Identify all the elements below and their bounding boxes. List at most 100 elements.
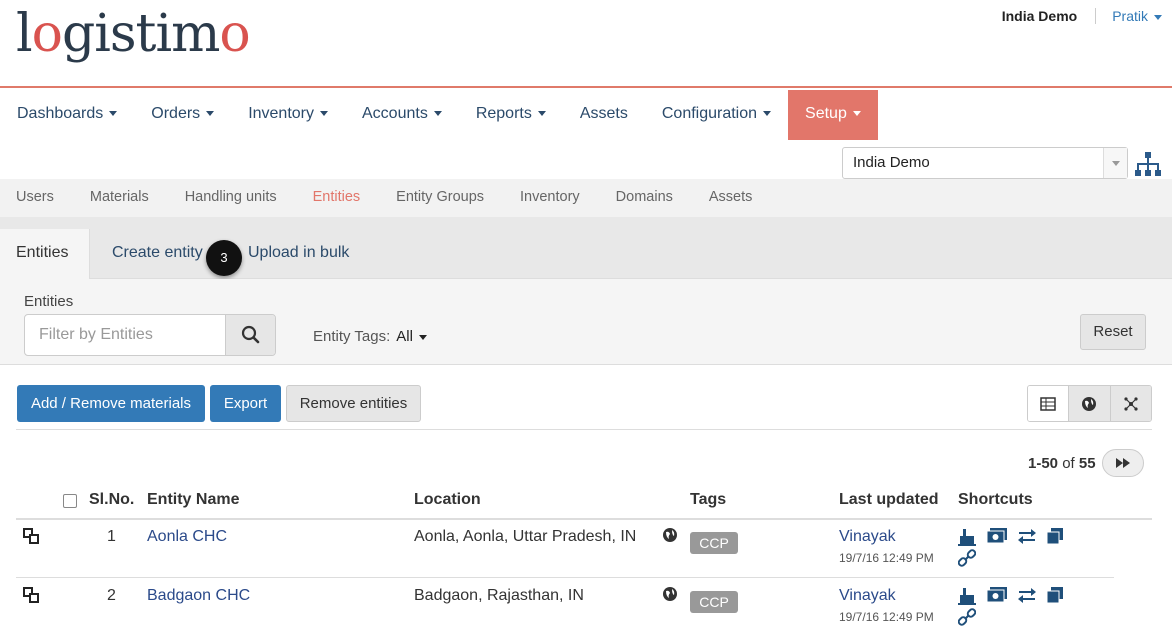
- dropdown-arrow-icon[interactable]: [1103, 148, 1127, 178]
- globe-icon: [1082, 396, 1097, 411]
- select-row-icon[interactable]: [22, 527, 42, 545]
- fast-forward-icon: [1115, 458, 1130, 468]
- transfer-icon: [1018, 529, 1036, 544]
- chevron-down-icon: [433, 111, 442, 117]
- divider: [16, 429, 1152, 430]
- domain-hierarchy-icon[interactable]: [1134, 150, 1162, 178]
- nav-configuration[interactable]: Configuration: [645, 90, 788, 140]
- money-icon: [986, 528, 1007, 544]
- map-location-icon[interactable]: [662, 586, 678, 602]
- reset-button[interactable]: Reset: [1080, 314, 1146, 350]
- row-sl-no: 1: [107, 528, 116, 545]
- main-nav: Dashboards Orders Inventory Accounts Rep…: [0, 90, 878, 140]
- stock-icon: [1046, 528, 1063, 545]
- subnav-handling-units[interactable]: Handling units: [167, 179, 295, 217]
- user-menu[interactable]: Pratik: [1096, 8, 1162, 24]
- updated-by-link[interactable]: Vinayak: [839, 587, 896, 605]
- network-view-button[interactable]: [1109, 386, 1151, 421]
- chevron-down-icon: [206, 111, 215, 117]
- filter-panel: Entities Entity Tags:All Reset: [0, 279, 1172, 365]
- network-icon: [1124, 396, 1138, 411]
- nav-setup[interactable]: Setup: [788, 90, 878, 140]
- col-location: Location: [414, 491, 481, 508]
- export-button[interactable]: Export: [210, 385, 281, 422]
- stock-icon: [1046, 587, 1063, 604]
- link-icon[interactable]: [958, 549, 976, 567]
- entity-search-box: [24, 314, 276, 356]
- updated-date: 19/7/16 12:49 PM: [839, 551, 934, 565]
- tag-badge: CCP: [690, 591, 738, 613]
- subnav-entity-groups[interactable]: Entity Groups: [378, 179, 502, 217]
- subnav-entities[interactable]: Entities: [295, 179, 379, 217]
- row-divider: [16, 577, 1114, 578]
- search-icon: [241, 325, 260, 344]
- chevron-down-icon: [109, 111, 118, 117]
- nav-accounts[interactable]: Accounts: [345, 90, 459, 140]
- chevron-down-icon: [852, 111, 861, 117]
- entity-name-link[interactable]: Aonla CHC: [147, 528, 227, 546]
- next-page-button[interactable]: [1101, 449, 1144, 477]
- transfer-icon: [1018, 588, 1036, 603]
- entity-tags-dropdown[interactable]: All: [396, 328, 427, 345]
- remove-entities-button[interactable]: Remove entities: [286, 385, 421, 422]
- entity-filter-input[interactable]: [25, 315, 227, 355]
- nav-dashboards[interactable]: Dashboards: [0, 90, 134, 140]
- nav-orders[interactable]: Orders: [134, 90, 231, 140]
- nav-inventory[interactable]: Inventory: [231, 90, 345, 140]
- pagination: 1-50 of 55: [1028, 449, 1144, 477]
- shortcut-icons: [957, 585, 1065, 605]
- filter-label: Entities: [24, 293, 74, 310]
- search-button[interactable]: [225, 315, 275, 355]
- chevron-down-icon: [763, 111, 772, 117]
- money-icon: [986, 587, 1007, 603]
- col-entity-name[interactable]: Entity Name: [147, 491, 239, 509]
- select-row-icon[interactable]: [22, 586, 42, 604]
- view-toggle-group: [1027, 385, 1152, 422]
- updated-by-link[interactable]: Vinayak: [839, 528, 896, 546]
- col-sl-no: Sl.No.: [89, 491, 135, 508]
- nav-reports[interactable]: Reports: [459, 90, 563, 140]
- row-location: Badgaon, Rajasthan, IN: [414, 587, 584, 604]
- entity-tabs: Entities Create entity Upload in bulk: [0, 217, 1172, 279]
- table-header-line: [16, 518, 1152, 520]
- warehouse-icon: [958, 529, 976, 546]
- updated-date: 19/7/16 12:49 PM: [839, 610, 934, 624]
- shortcut-icons: [957, 526, 1065, 546]
- map-location-icon[interactable]: [662, 527, 678, 543]
- col-tags: Tags: [690, 491, 727, 508]
- subnav-inventory[interactable]: Inventory: [502, 179, 598, 217]
- chevron-down-icon: [537, 111, 546, 117]
- warehouse-icon: [958, 588, 976, 605]
- tab-entities[interactable]: Entities: [0, 229, 90, 279]
- tab-upload-in-bulk[interactable]: Upload in bulk: [248, 229, 349, 279]
- col-shortcuts: Shortcuts: [958, 491, 1033, 508]
- col-last-updated: Last updated: [839, 491, 939, 508]
- header: logistimo India Demo Pratik: [0, 0, 1172, 88]
- domain-select-value: India Demo: [853, 154, 930, 171]
- setup-subnav: Users Materials Handling units Entities …: [0, 179, 1172, 217]
- chevron-down-icon: [418, 334, 427, 340]
- tag-badge: CCP: [690, 532, 738, 554]
- select-all-checkbox[interactable]: [63, 494, 77, 508]
- add-remove-materials-button[interactable]: Add / Remove materials: [17, 385, 205, 422]
- logistimo-logo[interactable]: logistimo: [16, 4, 251, 64]
- table-icon: [1040, 396, 1056, 411]
- subnav-materials[interactable]: Materials: [72, 179, 167, 217]
- table-view-button[interactable]: [1028, 386, 1069, 421]
- nav-assets[interactable]: Assets: [563, 90, 645, 140]
- current-domain-label: India Demo: [1002, 8, 1097, 24]
- row-location: Aonla, Aonla, Uttar Pradesh, IN: [414, 528, 637, 545]
- entity-name-link[interactable]: Badgaon CHC: [147, 587, 250, 605]
- domain-select[interactable]: India Demo: [842, 147, 1128, 179]
- entity-tags-filter: Entity Tags: All: [313, 328, 427, 345]
- chevron-down-icon: [320, 111, 328, 117]
- map-view-button[interactable]: [1068, 386, 1110, 421]
- subnav-domains[interactable]: Domains: [598, 179, 691, 217]
- chevron-down-icon: [1154, 14, 1162, 20]
- tab-create-entity[interactable]: Create entity: [112, 229, 203, 279]
- link-icon[interactable]: [958, 608, 976, 626]
- step-number-badge: 3: [206, 240, 242, 276]
- subnav-users[interactable]: Users: [0, 179, 72, 217]
- subnav-assets[interactable]: Assets: [691, 179, 771, 217]
- row-sl-no: 2: [107, 587, 116, 604]
